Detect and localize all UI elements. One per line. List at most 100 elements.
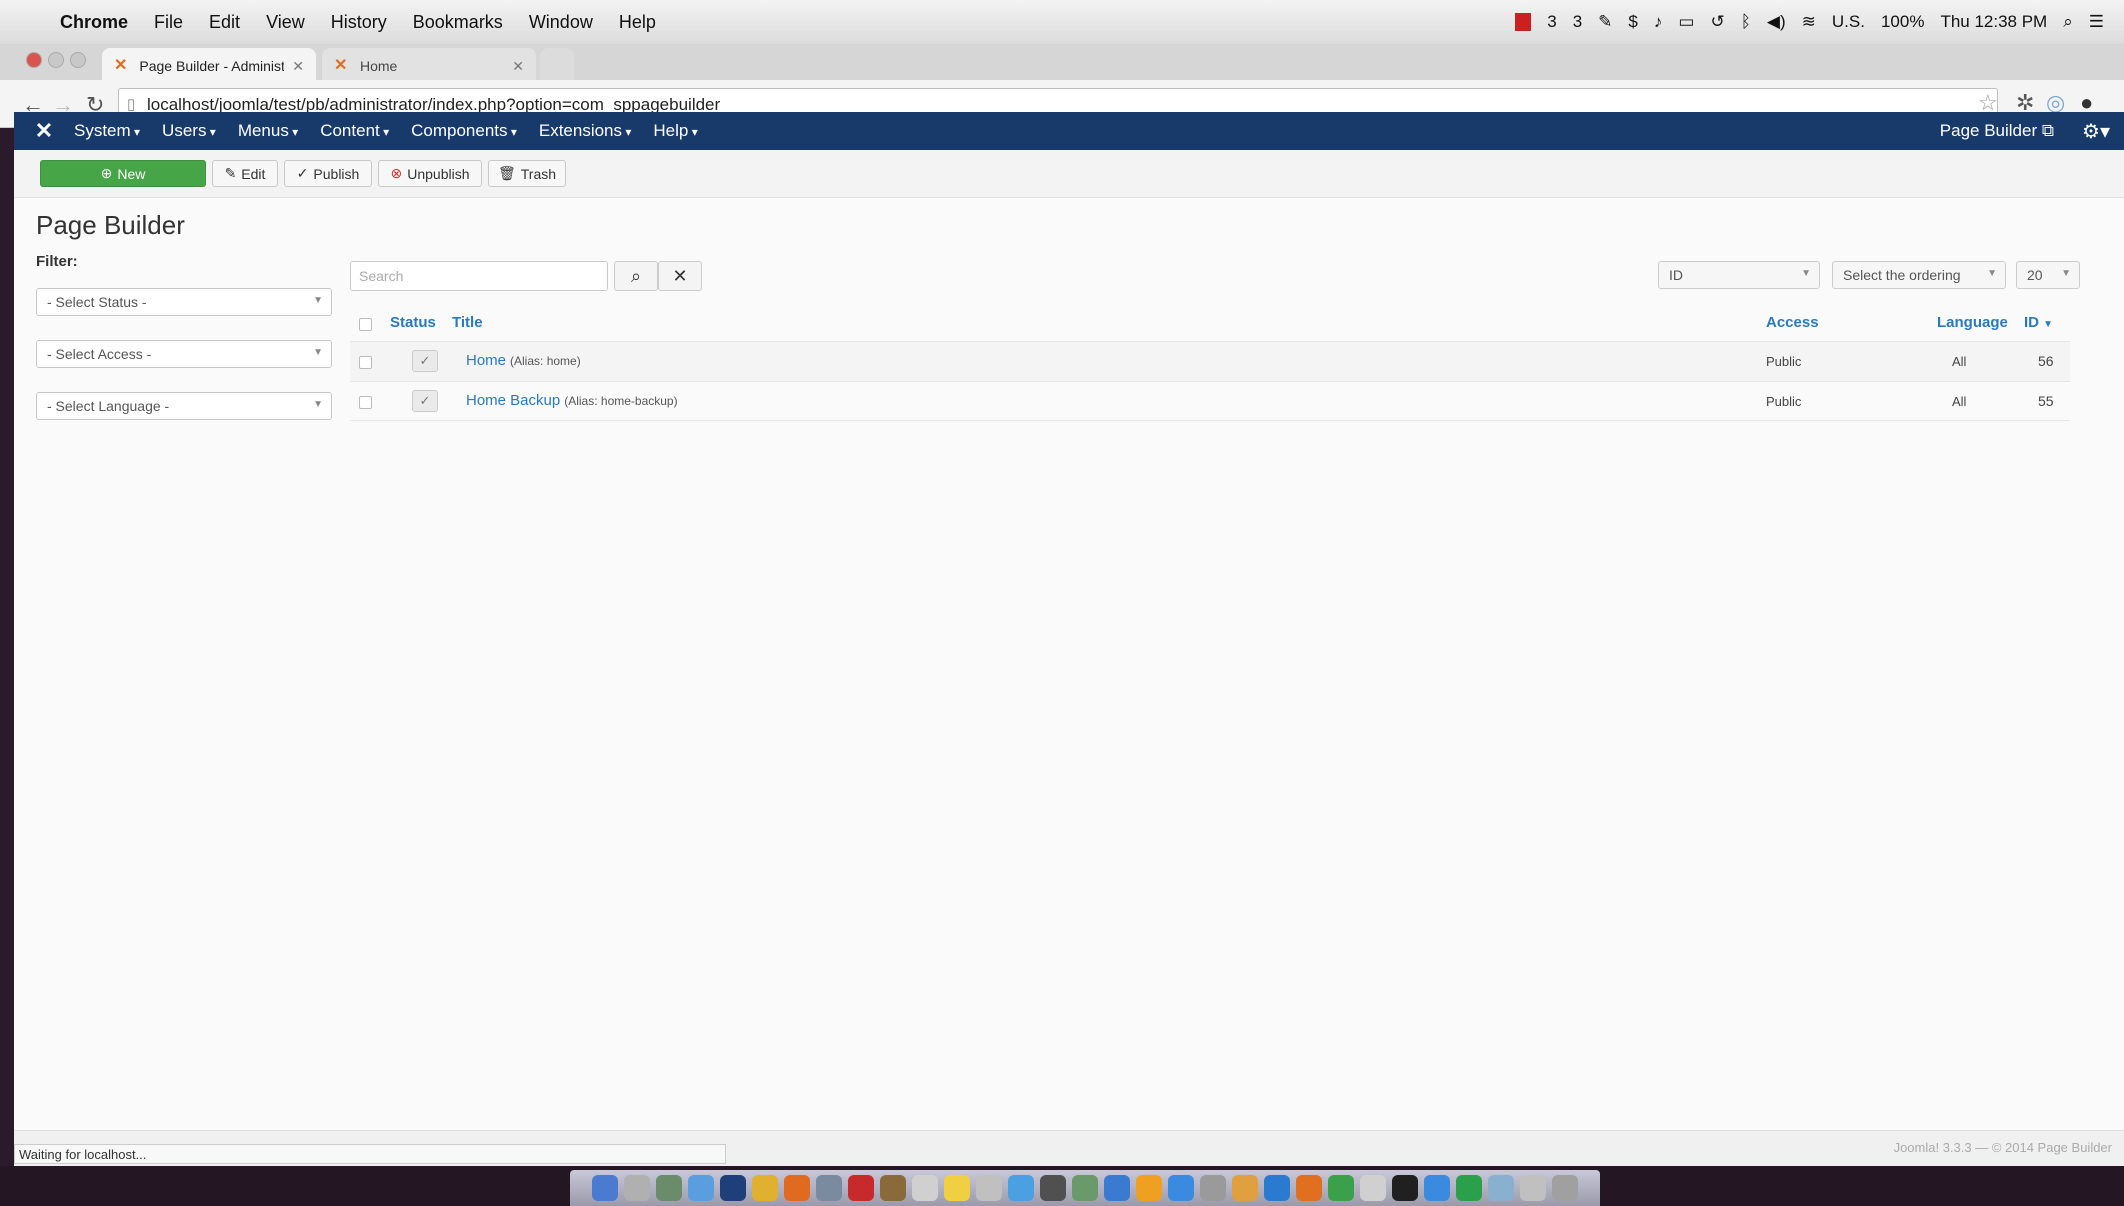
app-icon[interactable]	[1456, 1175, 1482, 1201]
search-button[interactable]: ⌕	[614, 261, 658, 291]
limit-select[interactable]: 20 ▼	[2016, 261, 2080, 289]
menu-view[interactable]: View	[266, 12, 305, 33]
tab-home[interactable]: ✕ Home ✕	[322, 48, 536, 84]
trash-icon[interactable]	[1552, 1175, 1578, 1201]
red-app-icon[interactable]	[1515, 13, 1532, 31]
system-preferences-icon[interactable]	[1200, 1175, 1226, 1201]
app-icon[interactable]	[1424, 1175, 1450, 1201]
row-checkbox[interactable]	[359, 356, 372, 369]
app-icon[interactable]	[912, 1175, 938, 1201]
id-column-header[interactable]: ID ▼	[2024, 314, 2053, 331]
clear-search-button[interactable]: ✕	[658, 261, 702, 291]
unpublish-button[interactable]: ⊗ Unpublish	[378, 160, 482, 187]
access-column-header[interactable]: Access	[1766, 314, 1819, 331]
app-icon[interactable]	[656, 1175, 682, 1201]
menu-app-chrome[interactable]: Chrome	[60, 12, 128, 33]
menu-history[interactable]: History	[331, 12, 387, 33]
menu-window[interactable]: Window	[529, 12, 593, 33]
wrench-icon[interactable]: ✎	[1598, 12, 1612, 32]
app-icon[interactable]	[976, 1175, 1002, 1201]
app-icon[interactable]	[1040, 1175, 1066, 1201]
item-title-link[interactable]: Home Backup (Alias: home-backup)	[466, 392, 678, 409]
app-store-icon[interactable]	[1104, 1175, 1130, 1201]
terminal-icon[interactable]	[1392, 1175, 1418, 1201]
notes-icon[interactable]	[944, 1175, 970, 1201]
menu-bookmarks[interactable]: Bookmarks	[413, 12, 503, 33]
photoshop-icon[interactable]	[720, 1175, 746, 1201]
select-all-checkbox[interactable]	[359, 318, 372, 331]
app-icon[interactable]	[1168, 1175, 1194, 1201]
nav-content[interactable]: Content	[320, 121, 389, 141]
volume-icon[interactable]: ◀)	[1767, 12, 1786, 32]
vlc-icon[interactable]	[1296, 1175, 1322, 1201]
app-icon[interactable]	[816, 1175, 842, 1201]
bell-icon[interactable]: ♪	[1654, 12, 1663, 32]
filezilla-icon[interactable]	[848, 1175, 874, 1201]
chrome-icon[interactable]	[752, 1175, 778, 1201]
status-column-header[interactable]: Status	[390, 314, 436, 331]
language-filter-select[interactable]: - Select Language - ▼	[36, 392, 332, 420]
publish-button[interactable]: ✓ Publish	[284, 160, 372, 187]
minimize-window-button[interactable]	[48, 52, 64, 68]
edit-button[interactable]: ✎ Edit	[212, 160, 278, 187]
app-icon[interactable]	[1264, 1175, 1290, 1201]
app-icon[interactable]	[1072, 1175, 1098, 1201]
nav-menus[interactable]: Menus	[238, 121, 298, 141]
safari-icon[interactable]	[688, 1175, 714, 1201]
notification-center-icon[interactable]: ☰	[2089, 12, 2104, 32]
adobe-count[interactable]: 3	[1547, 12, 1556, 32]
close-window-button[interactable]	[26, 52, 42, 68]
bluetooth-icon[interactable]: ᛒ	[1741, 12, 1751, 32]
firefox-icon[interactable]	[784, 1175, 810, 1201]
app-icon[interactable]	[1232, 1175, 1258, 1201]
search-input[interactable]: Search	[350, 261, 608, 291]
messages-icon[interactable]	[1008, 1175, 1034, 1201]
row-checkbox[interactable]	[359, 396, 372, 409]
app-icon[interactable]	[880, 1175, 906, 1201]
cc-count[interactable]: 3	[1573, 12, 1582, 32]
dollar-icon[interactable]: $	[1628, 12, 1637, 32]
nav-system[interactable]: System	[74, 121, 140, 141]
clock[interactable]: Thu 12:38 PM	[1940, 12, 2047, 32]
nav-components[interactable]: Components	[411, 121, 517, 141]
spotlight-icon[interactable]: ⌕	[2063, 12, 2073, 32]
title-column-header[interactable]: Title	[452, 314, 483, 331]
menu-file[interactable]: File	[154, 12, 183, 33]
menu-help[interactable]: Help	[619, 12, 656, 33]
battery-level[interactable]: 100%	[1881, 12, 1924, 32]
new-tab-button[interactable]	[540, 48, 574, 84]
trash-button[interactable]: 🗑 Trash	[488, 160, 566, 187]
sort-field-select[interactable]: ID ▼	[1658, 261, 1820, 289]
zoom-window-button[interactable]	[70, 52, 86, 68]
app-icon[interactable]	[1520, 1175, 1546, 1201]
id-header-label: ID	[2024, 314, 2039, 331]
joomla-logo-icon[interactable]: ✕	[14, 118, 74, 144]
published-status-toggle[interactable]: ✓	[412, 390, 438, 412]
app-icon[interactable]	[1328, 1175, 1354, 1201]
launchpad-icon[interactable]	[624, 1175, 650, 1201]
nav-users[interactable]: Users	[162, 121, 216, 141]
airplay-icon[interactable]: ▭	[1678, 12, 1694, 32]
language-column-header[interactable]: Language	[1937, 314, 2008, 331]
finder-icon[interactable]	[592, 1175, 618, 1201]
access-filter-select[interactable]: - Select Access - ▼	[36, 340, 332, 368]
tab-page-builder[interactable]: ✕ Page Builder - Administra ✕	[102, 48, 316, 84]
folder-icon[interactable]	[1488, 1175, 1514, 1201]
app-icon[interactable]	[1136, 1175, 1162, 1201]
wifi-icon[interactable]: ≋	[1802, 12, 1816, 32]
menu-edit[interactable]: Edit	[209, 12, 240, 33]
new-button[interactable]: ⊕ New	[40, 160, 206, 187]
tab-close-icon[interactable]: ✕	[292, 58, 304, 75]
tab-close-icon[interactable]: ✕	[512, 58, 524, 75]
ordering-select[interactable]: Select the ordering ▼	[1832, 261, 2006, 289]
input-source[interactable]: U.S.	[1832, 12, 1865, 32]
app-icon[interactable]	[1360, 1175, 1386, 1201]
time-machine-icon[interactable]: ↺	[1710, 12, 1724, 32]
item-title-link[interactable]: Home (Alias: home)	[466, 352, 581, 369]
site-link[interactable]: Page Builder ⧉	[1940, 121, 2054, 141]
published-status-toggle[interactable]: ✓	[412, 350, 438, 372]
status-filter-select[interactable]: - Select Status - ▼	[36, 288, 332, 316]
nav-extensions[interactable]: Extensions	[539, 121, 632, 141]
nav-help[interactable]: Help	[653, 121, 697, 141]
user-settings-gear-icon[interactable]: ⚙▾	[2082, 119, 2110, 144]
